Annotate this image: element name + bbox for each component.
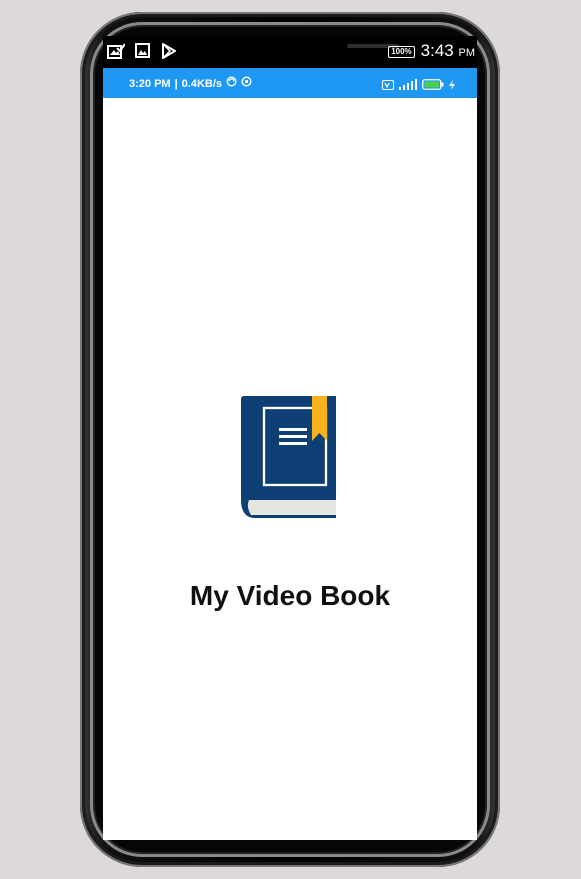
device-clock: 3:43 PM xyxy=(420,41,475,60)
sync-icon xyxy=(226,76,237,91)
data-saver-icon xyxy=(241,76,252,91)
charging-icon xyxy=(449,77,455,95)
network-speed: 0.4KB/s xyxy=(181,77,223,90)
signal-icon xyxy=(399,77,417,95)
book-icon xyxy=(241,396,336,518)
app-status-bar: 3:20 PM | 0.4KB/s xyxy=(103,68,477,98)
status-separator: | xyxy=(174,77,178,90)
volte-icon xyxy=(382,77,394,95)
gallery-check-icon xyxy=(107,43,126,64)
device-status-bar: 100% 3:43 PM xyxy=(103,36,477,68)
phone-screen: 100% 3:43 PM 3:20 PM | 0.4KB/s My Video … xyxy=(103,36,477,840)
status-right xyxy=(382,77,455,95)
notch xyxy=(187,36,399,67)
image-icon xyxy=(135,43,150,63)
battery-icon xyxy=(422,77,444,95)
device-status-right: 100% 3:43 PM xyxy=(388,41,475,63)
play-store-icon xyxy=(161,43,177,64)
app-title: My Video Book xyxy=(189,580,391,611)
status-left: 3:20 PM | 0.4KB/s xyxy=(129,76,252,91)
status-time: 3:20 PM xyxy=(129,77,171,90)
battery-percent: 100% xyxy=(388,46,415,58)
